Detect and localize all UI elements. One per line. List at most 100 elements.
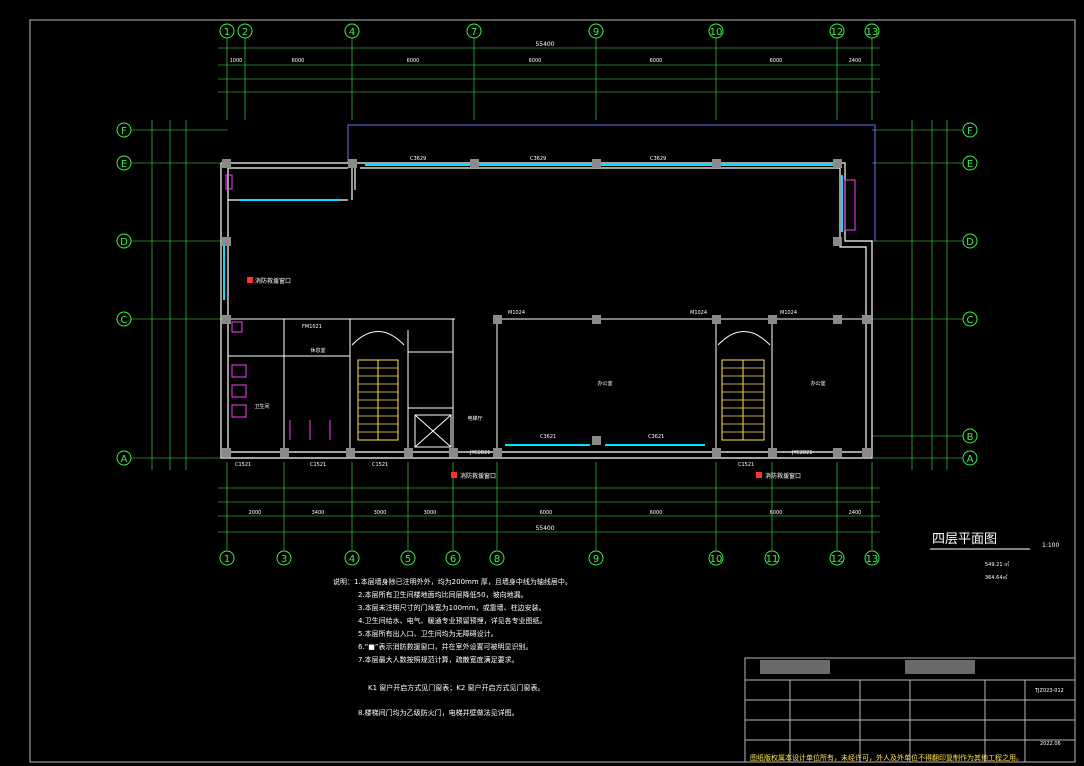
left-dimension-lines <box>131 120 228 470</box>
axis-bubble-left-C: C <box>116 311 132 327</box>
svg-text:K1 窗户开启方式见门窗表；K2 窗户开启方式见门窗表。: K1 窗户开启方式见门窗表；K2 窗户开启方式见门窗表。 <box>368 683 545 692</box>
svg-text:3.本层未注明尺寸的门垛宽为100mm，或靠墙、柱边安装。: 3.本层未注明尺寸的门垛宽为100mm，或靠墙、柱边安装。 <box>358 603 546 612</box>
axis-bubble-bottom-5: 5 <box>400 550 416 566</box>
svg-text:5.本层所有出入口、卫生间均为无障碍设计。: 5.本层所有出入口、卫生间均为无障碍设计。 <box>358 629 498 638</box>
notes-block: 说明：1.本层墙身除已注明外外，均为200mm 厚，且墙身中线为轴线居中。 2.… <box>333 577 572 717</box>
svg-text:12: 12 <box>831 554 844 565</box>
svg-text:D: D <box>120 237 128 248</box>
svg-text:1: 1 <box>224 27 230 38</box>
right-dimension-lines <box>872 120 963 470</box>
axis-bubble-bottom-9: 9 <box>588 550 604 566</box>
plan-scale: 1:100 <box>1042 542 1059 549</box>
axis-bubble-left-A: A <box>116 450 132 466</box>
svg-text:6000: 6000 <box>407 58 420 64</box>
area-stat-1: 549.21 ㎡ <box>985 561 1009 568</box>
svg-text:5: 5 <box>405 554 411 565</box>
axis-bubble-bottom-11: 11 <box>764 550 780 566</box>
windows <box>223 164 843 446</box>
drawing-date: 2022.06 <box>1040 741 1061 747</box>
svg-text:JYC2821: JYC2821 <box>791 450 812 456</box>
axis-bubble-right-B: B <box>962 428 978 444</box>
svg-text:13: 13 <box>866 27 879 38</box>
top-axis-group: 1 2 4 7 9 10 12 13 <box>219 23 880 39</box>
axis-bubble-top-10: 10 <box>708 23 724 39</box>
svg-text:2400: 2400 <box>849 510 862 516</box>
axis-bubble-bottom-10: 10 <box>708 550 724 566</box>
room-label-rest: 休息室 <box>310 347 325 354</box>
axis-bubble-right-D: D <box>962 233 978 249</box>
top-dimension-lines <box>218 38 880 120</box>
axis-bubble-top-1: 1 <box>219 23 235 39</box>
door-codes: M1024 M1024 M1024 FM1021 <box>302 310 797 330</box>
svg-text:7.本层最大人数按照规范计算，疏散宽度满足要求。: 7.本层最大人数按照规范计算，疏散宽度满足要求。 <box>358 655 519 664</box>
svg-text:C1521: C1521 <box>235 462 251 468</box>
svg-text:6000: 6000 <box>650 58 663 64</box>
axis-bubble-right-E: E <box>962 155 978 171</box>
svg-text:2000: 2000 <box>249 510 262 516</box>
top-total-dim: 55400 <box>535 41 554 48</box>
svg-text:D: D <box>966 237 974 248</box>
svg-text:C1521: C1521 <box>738 462 754 468</box>
axis-bubble-top-12: 12 <box>829 23 845 39</box>
svg-text:4: 4 <box>349 27 355 38</box>
copyright-footer: 图纸版权属本设计单位所有，未经许可，外人及外单位不得翻印复制作为其他工程之用。 <box>750 753 1023 762</box>
svg-text:1: 1 <box>224 554 230 565</box>
axis-bubble-bottom-12: 12 <box>829 550 845 566</box>
floor-plan-drawing: 1 2 4 7 9 10 12 13 55400 1000 6000 6000 … <box>29 19 1076 763</box>
svg-text:C1521: C1521 <box>372 462 388 468</box>
svg-text:说明：1.本层墙身除已注明外外，均为200mm 厚，且墙身中: 说明：1.本层墙身除已注明外外，均为200mm 厚，且墙身中线为轴线居中。 <box>333 577 572 586</box>
svg-text:6000: 6000 <box>529 58 542 64</box>
interior-walls <box>228 318 866 452</box>
fire-window-label-3: 消防救援窗口 <box>765 472 801 480</box>
svg-text:C3621: C3621 <box>648 434 664 440</box>
axis-bubble-top-4: 4 <box>344 23 360 39</box>
svg-text:FM1021: FM1021 <box>302 324 322 330</box>
svg-text:C: C <box>967 315 974 326</box>
svg-text:M1024: M1024 <box>780 310 797 316</box>
axis-bubble-bottom-1: 1 <box>219 550 235 566</box>
drawing-border <box>29 19 1076 763</box>
axis-bubble-bottom-4: 4 <box>344 550 360 566</box>
area-stat-2: 364.64㎡ <box>985 574 1008 581</box>
room-label-elevator: 电梯厅 <box>467 415 482 422</box>
exterior-walls <box>220 162 873 459</box>
svg-text:JYC2821: JYC2821 <box>469 450 490 456</box>
svg-text:8.楼梯间门均为乙级防火门，电梯井壁做法见详图。: 8.楼梯间门均为乙级防火门，电梯井壁做法见详图。 <box>358 708 519 717</box>
svg-text:4.卫生间给水、电气、暖通专业预留预埋，详见各专业图纸。: 4.卫生间给水、电气、暖通专业预留预埋，详见各专业图纸。 <box>358 616 547 625</box>
axis-bubble-top-2: 2 <box>237 23 253 39</box>
bottom-axis-group: 1 3 4 5 6 8 9 10 11 12 13 <box>219 550 880 566</box>
axis-bubble-right-A: A <box>962 450 978 466</box>
fire-window-label-1: 消防救援窗口 <box>255 277 291 285</box>
svg-text:3400: 3400 <box>312 510 325 516</box>
svg-text:8: 8 <box>494 554 500 565</box>
axis-bubble-bottom-8: 8 <box>489 550 505 566</box>
svg-text:9: 9 <box>593 554 599 565</box>
svg-text:3000: 3000 <box>374 510 387 516</box>
svg-text:A: A <box>967 454 974 465</box>
svg-text:10: 10 <box>710 554 723 565</box>
svg-text:C1521: C1521 <box>310 462 326 468</box>
title-block <box>744 657 1076 763</box>
axis-bubble-top-7: 7 <box>466 23 482 39</box>
svg-text:3000: 3000 <box>424 510 437 516</box>
svg-text:9: 9 <box>593 27 599 38</box>
plan-title: 四层平面图 <box>932 532 997 547</box>
axis-bubble-left-F: F <box>116 122 132 138</box>
svg-text:3: 3 <box>281 554 287 565</box>
svg-text:1000: 1000 <box>230 58 243 64</box>
svg-text:C: C <box>121 315 128 326</box>
bottom-total-dim: 55400 <box>535 525 554 532</box>
room-label-office-1: 办公室 <box>597 380 612 387</box>
axis-bubble-top-9: 9 <box>588 23 604 39</box>
left-axis-group: F E D C A <box>116 122 132 466</box>
svg-text:6000: 6000 <box>650 510 663 516</box>
right-axis-group: F E D C B A <box>962 122 978 466</box>
room-label-toilet: 卫生间 <box>254 403 269 410</box>
svg-text:2.本层所有卫生间楼地面均比同层降低50，坡向地漏。: 2.本层所有卫生间楼地面均比同层降低50，坡向地漏。 <box>358 590 528 599</box>
svg-text:A: A <box>121 454 128 465</box>
svg-text:6000: 6000 <box>770 510 783 516</box>
svg-text:M1024: M1024 <box>690 310 707 316</box>
fire-window-label-2: 消防救援窗口 <box>460 472 496 480</box>
svg-text:M1024: M1024 <box>508 310 525 316</box>
room-label-office-2: 办公室 <box>810 380 825 387</box>
